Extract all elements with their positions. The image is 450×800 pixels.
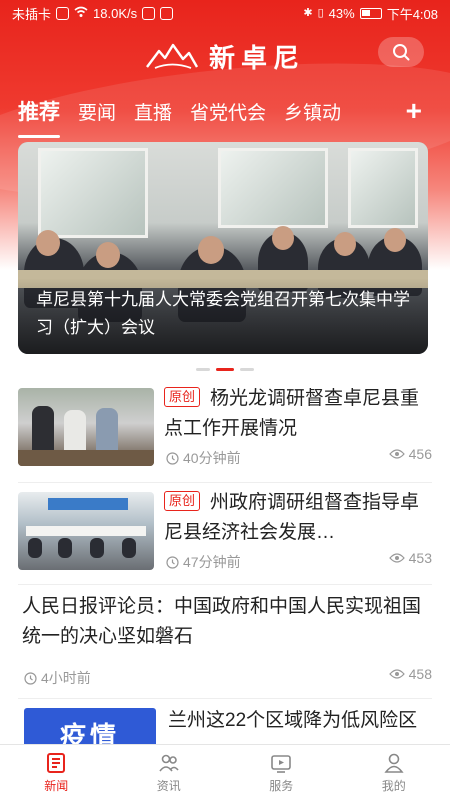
carousel-indicator	[0, 368, 450, 374]
carrier-text: 未插卡	[12, 6, 52, 22]
people-icon	[159, 754, 179, 772]
eye-icon	[388, 449, 405, 459]
channel-tabs: 推荐 要闻 直播 省党代会 乡镇动 +	[0, 88, 450, 138]
news-time-text: 47分钟前	[183, 554, 241, 570]
divider	[18, 482, 432, 483]
battery-icon	[359, 7, 382, 19]
divider	[18, 584, 432, 585]
news-icon	[47, 753, 66, 773]
carousel-dot-active[interactable]	[216, 368, 234, 371]
bottom-nav: 新闻 资讯 服务 我的	[0, 744, 450, 800]
news-title-text: 杨光龙调研督查卓尼县重点工作开展情况	[164, 388, 420, 439]
eye-icon	[388, 669, 405, 679]
photo-person-head	[272, 226, 294, 250]
carousel-dot[interactable]	[240, 368, 254, 371]
news-title: 原创 杨光龙调研督查卓尼县重点工作开展情况	[164, 384, 434, 444]
news-time-text: 4小时前	[41, 670, 91, 686]
photo-window	[38, 148, 148, 238]
news-title: 人民日报评论员：中国政府和中国人民实现祖国统一的决心坚如磐石	[22, 596, 422, 647]
clock: 下午4:08	[386, 6, 438, 22]
carousel-caption: 卓尼县第十九届人大常委会党组召开第七次集中学习（扩大）会议	[18, 278, 428, 354]
photo-person-head	[96, 242, 120, 268]
nav-news[interactable]: 新闻	[0, 745, 113, 800]
search-button[interactable]	[378, 37, 424, 67]
photo-person-head	[384, 228, 406, 252]
news-title: 兰州这22个区域降为低风险区	[168, 710, 418, 731]
status-bar: 未插卡 18.0K/s ✱ ▯ 43% 下午4:08	[0, 0, 450, 26]
nav-info-label: 资讯	[156, 779, 181, 793]
search-icon	[393, 44, 410, 61]
news-thumbnail	[18, 492, 154, 570]
news-item[interactable]: 人民日报评论员：中国政府和中国人民实现祖国统一的决心坚如磐石 4小时前 458	[0, 586, 450, 704]
news-item[interactable]: 原创 州政府调研组督查指导卓尼县经济社会发展… 47分钟前 453	[0, 486, 450, 584]
nav-news-label: 新闻	[44, 779, 69, 793]
eye-icon	[388, 553, 405, 563]
battery-percent: 43%	[328, 5, 355, 21]
news-time-text: 40分钟前	[183, 450, 241, 466]
news-views: 456	[388, 446, 432, 462]
news-title: 原创 州政府调研组督查指导卓尼县经济社会发展…	[164, 488, 434, 548]
vibrate-icon: ▯	[317, 6, 324, 19]
nav-profile[interactable]: 我的	[338, 745, 450, 800]
photo-person-head	[36, 230, 60, 256]
nav-services[interactable]: 服务	[225, 745, 338, 800]
headline-carousel[interactable]: 卓尼县第十九届人大常委会党组召开第七次集中学习（扩大）会议	[18, 142, 428, 354]
bluetooth-icon: ✱	[303, 6, 313, 19]
news-views: 453	[388, 550, 432, 566]
news-time: 4小时前	[24, 668, 91, 688]
tab-townships[interactable]: 乡镇动	[284, 98, 341, 125]
network-speed: 18.0K/s	[93, 5, 138, 21]
photo-person-head	[334, 232, 356, 256]
sim-icon	[56, 6, 70, 20]
photo-window	[218, 148, 328, 228]
original-tag: 原创	[164, 387, 201, 407]
nav-profile-label: 我的	[381, 779, 406, 793]
news-views: 458	[388, 666, 432, 682]
app-title: 新卓尼	[208, 43, 305, 74]
notification-icon	[142, 6, 156, 20]
news-time: 40分钟前	[166, 448, 241, 468]
user-icon	[384, 753, 404, 773]
news-thumbnail	[18, 388, 154, 466]
tab-recommend[interactable]: 推荐	[18, 96, 60, 138]
news-item[interactable]: 原创 杨光龙调研督查卓尼县重点工作开展情况 40分钟前 456	[0, 380, 450, 480]
news-time: 47分钟前	[166, 552, 241, 572]
tab-party-congress[interactable]: 省党代会	[190, 98, 266, 125]
carousel-dot[interactable]	[196, 368, 210, 371]
photo-window	[348, 148, 418, 228]
nav-info[interactable]: 资讯	[113, 745, 226, 800]
news-views-count: 453	[408, 550, 432, 566]
wifi-icon	[74, 6, 88, 21]
divider	[18, 698, 432, 699]
add-channel-button[interactable]: +	[406, 88, 422, 134]
tab-headlines[interactable]: 要闻	[78, 98, 116, 125]
photo-person-head	[198, 236, 224, 264]
weibo-icon	[160, 6, 174, 20]
tv-icon	[271, 755, 292, 773]
clock-icon	[24, 671, 37, 685]
news-title-text: 州政府调研组督查指导卓尼县经济社会发展…	[164, 492, 420, 543]
tab-live[interactable]: 直播	[134, 98, 172, 125]
original-tag: 原创	[164, 491, 201, 511]
clock-icon	[166, 451, 179, 465]
clock-icon	[166, 555, 179, 569]
nav-services-label: 服务	[269, 779, 294, 793]
news-views-count: 456	[408, 446, 432, 462]
news-views-count: 458	[408, 666, 432, 682]
mountain-logo-icon	[146, 43, 199, 69]
